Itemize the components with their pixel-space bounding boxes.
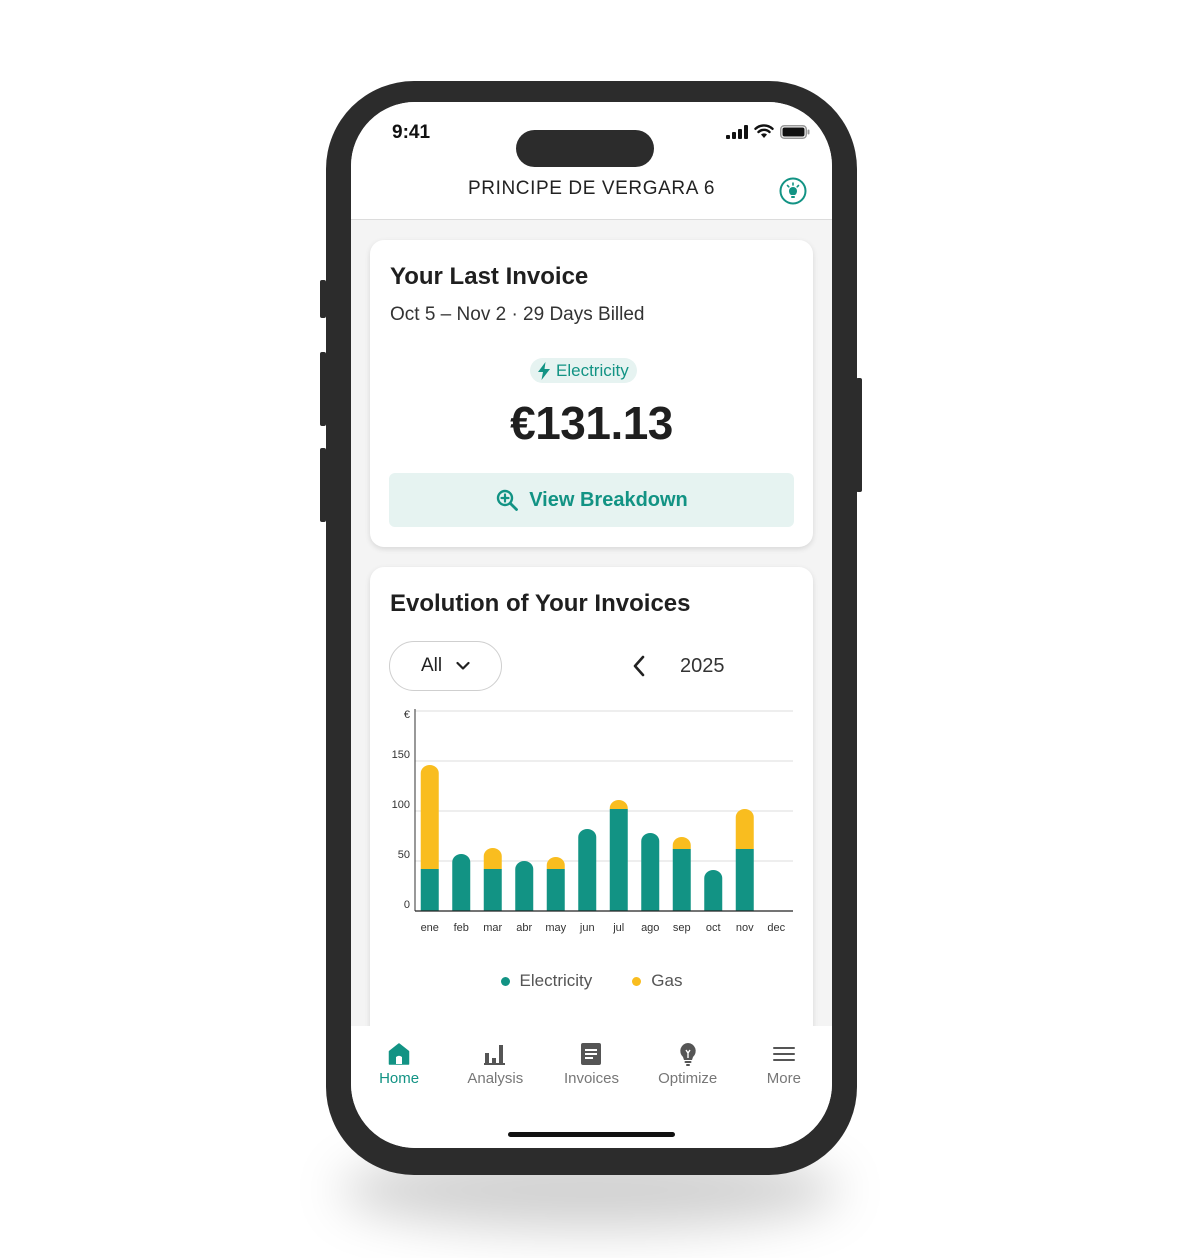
bar-electricity-mar — [483, 869, 502, 911]
bar-electricity-sep — [672, 849, 691, 911]
x-tick-label: abr — [516, 922, 532, 934]
x-tick-label: may — [545, 922, 566, 934]
phone-screen: 9:41 PRINCIPE DE VERGARA 6 Your Last Inv… — [351, 102, 832, 1148]
y-tick-label: 150 — [392, 749, 410, 761]
bar-electricity-oct — [704, 870, 723, 911]
bar-gas-may — [546, 857, 565, 869]
bar-electricity-may — [546, 869, 565, 911]
x-tick-label: oct — [706, 922, 721, 934]
x-tick-label: ene — [421, 922, 439, 934]
bar-gas-nov — [735, 809, 754, 849]
legend-label-gas: Gas — [651, 971, 683, 990]
bar-electricity-feb — [452, 854, 471, 911]
y-axis-label: € — [404, 709, 410, 721]
energy-filter-select[interactable]: All — [389, 641, 502, 691]
legend-item-gas: Gas — [632, 971, 682, 991]
x-tick-label: jul — [612, 922, 624, 934]
invoice-amount: €131.13 — [510, 397, 673, 449]
home-icon — [388, 1043, 410, 1065]
wifi-icon — [754, 124, 774, 138]
tab-label: Invoices — [563, 1070, 619, 1087]
bar-electricity-abr — [515, 861, 534, 911]
tab-analysis[interactable]: Analysis — [447, 1042, 543, 1087]
tab-label: More — [766, 1070, 801, 1087]
x-tick-label: mar — [483, 922, 502, 934]
bar-electricity-ene — [420, 869, 439, 911]
battery-icon — [780, 124, 810, 139]
page-title: PRINCIPE DE VERGARA 6 — [467, 178, 715, 199]
y-tick-label: 0 — [404, 899, 410, 911]
home-indicator — [508, 1132, 675, 1137]
dynamic-island — [516, 130, 654, 167]
document-icon — [581, 1043, 602, 1065]
x-tick-label: feb — [454, 922, 469, 934]
x-tick-label: nov — [736, 922, 754, 934]
bar-electricity-nov — [735, 849, 754, 911]
header: 9:41 PRINCIPE DE VERGARA 6 — [351, 102, 832, 220]
legend-item-electricity: Electricity — [500, 971, 593, 991]
bar-gas-sep — [672, 837, 691, 849]
invoice-period: Oct 5 – Nov 2 · 29 Days Billed — [390, 304, 645, 325]
legend-label-electricity: Electricity — [519, 971, 593, 990]
tab-label: Home — [379, 1070, 420, 1087]
bar-electricity-ago — [641, 833, 660, 911]
evolution-title: Evolution of Your Invoices — [390, 590, 691, 617]
bar-gas-jul — [609, 800, 628, 809]
invoice-evolution-chart: 0 50 100 150 € ene feb mar abr may jun jul ago sep oct… — [392, 709, 793, 934]
menu-icon — [772, 1047, 795, 1061]
legend-dot-gas — [632, 976, 642, 986]
bar-electricity-jul — [609, 809, 628, 911]
electricity-tag-label: Electricity — [556, 360, 629, 380]
bar-gas-mar — [483, 848, 502, 869]
tab-more[interactable]: More — [736, 1042, 832, 1087]
lightbulb-button-icon[interactable] — [777, 175, 809, 207]
view-breakdown-label: View Breakdown — [529, 488, 688, 511]
lightning-icon — [538, 361, 550, 380]
electricity-tag: Electricity — [530, 358, 637, 383]
bar-gas-ene — [420, 765, 439, 869]
bar-electricity-jun — [578, 829, 597, 911]
last-invoice-title: Your Last Invoice — [390, 263, 589, 290]
tab-optimize[interactable]: Optimize — [640, 1042, 736, 1087]
x-tick-label: dec — [767, 922, 785, 934]
y-tick-label: 50 — [398, 849, 410, 861]
tab-home[interactable]: Home — [351, 1042, 447, 1087]
legend-dot-electricity — [500, 976, 510, 986]
filter-value: All — [420, 655, 443, 676]
chevron-left-icon[interactable] — [628, 653, 652, 679]
x-tick-label: jun — [579, 922, 595, 934]
x-tick-label: ago — [641, 922, 659, 934]
view-breakdown-button[interactable]: View Breakdown — [389, 473, 794, 527]
bar-chart-icon — [484, 1045, 506, 1065]
status-icons — [726, 124, 810, 139]
tab-label: Analysis — [467, 1070, 524, 1087]
chevron-down-icon — [456, 661, 470, 670]
status-time: 9:41 — [392, 122, 431, 143]
zoom-in-icon — [497, 489, 519, 511]
bottom-tab-bar: Home Analysis Invoices Optimize More — [351, 1026, 832, 1148]
invoice-evolution-card: Evolution of Your Invoices All 2025 0 50 1… — [370, 567, 813, 1087]
last-invoice-card: Your Last Invoice Oct 5 – Nov 2 · 29 Day… — [370, 240, 813, 547]
y-tick-label: 100 — [392, 799, 410, 811]
x-tick-label: sep — [673, 922, 691, 934]
tab-invoices[interactable]: Invoices — [543, 1042, 639, 1087]
lightbulb-icon — [679, 1043, 696, 1066]
selected-year: 2025 — [680, 655, 725, 677]
chart-legend: Electricity Gas — [370, 971, 813, 991]
tab-label: Optimize — [658, 1070, 718, 1087]
cellular-signal-icon — [726, 124, 748, 139]
